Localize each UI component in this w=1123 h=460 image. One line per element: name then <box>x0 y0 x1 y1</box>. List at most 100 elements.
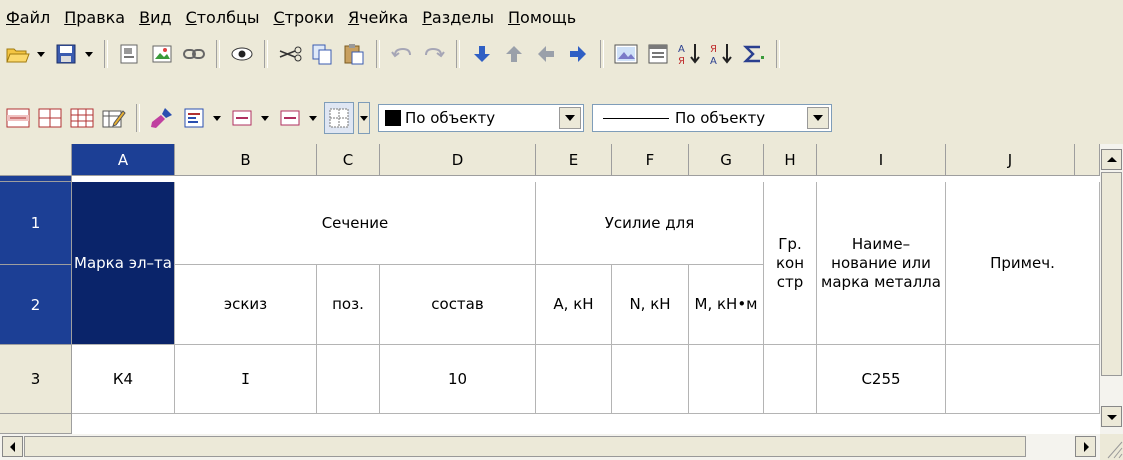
horizontal-scroll-thumb[interactable] <box>24 436 1026 457</box>
toolbar-separator <box>776 40 780 68</box>
save-icon[interactable] <box>52 39 80 69</box>
cell-force-header[interactable]: Усилие для <box>536 182 764 265</box>
cell-section-header[interactable]: Сечение <box>175 182 536 265</box>
arrow-up-icon[interactable] <box>500 39 528 69</box>
paste-icon[interactable] <box>340 39 368 69</box>
line-combo-arrow[interactable] <box>807 107 829 129</box>
text-align-icon[interactable] <box>180 103 208 133</box>
menu-edit[interactable]: Правка <box>64 8 125 27</box>
row-header-3[interactable]: 3 <box>0 345 72 414</box>
scroll-up-button[interactable] <box>1101 149 1122 170</box>
edit-table-icon[interactable] <box>100 103 128 133</box>
menu-file[interactable]: Файл <box>6 8 50 27</box>
sort-descending-icon[interactable]: ЯА <box>708 39 736 69</box>
cell-c3[interactable] <box>317 345 380 414</box>
line-combo[interactable]: По объекту <box>592 104 832 132</box>
undo-icon[interactable] <box>388 39 416 69</box>
toolbar-separator <box>136 104 140 132</box>
scroll-left-button[interactable] <box>2 436 23 457</box>
column-header-d[interactable]: D <box>380 144 536 176</box>
menu-rows[interactable]: Строки <box>273 8 334 27</box>
format-brush-icon[interactable] <box>148 103 176 133</box>
arrow-right-icon[interactable] <box>564 39 592 69</box>
column-header-j[interactable]: J <box>946 144 1075 176</box>
cell-j1-j2[interactable]: Примеч. <box>946 182 1100 345</box>
insert-object-icon[interactable] <box>116 39 144 69</box>
menu-cell[interactable]: Ячейка <box>348 8 408 27</box>
color-combo-arrow[interactable] <box>559 107 581 129</box>
arrow-left-icon[interactable] <box>532 39 560 69</box>
table-grid-icon[interactable] <box>68 103 96 133</box>
link-icon[interactable] <box>180 39 208 69</box>
cell-g3[interactable] <box>689 345 764 414</box>
column-header-c[interactable]: C <box>317 144 380 176</box>
column-header-i[interactable]: I <box>817 144 946 176</box>
vertical-scrollbar[interactable] <box>1100 144 1123 434</box>
row-header-2[interactable]: 2 <box>0 265 72 345</box>
insert-image-icon[interactable] <box>148 39 176 69</box>
color-combo[interactable]: По объекту <box>378 104 584 132</box>
svg-text:Я: Я <box>678 56 685 66</box>
column-header-e[interactable]: E <box>536 144 612 176</box>
menu-help[interactable]: Помощь <box>508 8 576 27</box>
split-cells-icon[interactable] <box>36 103 64 133</box>
sum-icon[interactable] <box>740 39 768 69</box>
column-header-f[interactable]: F <box>612 144 689 176</box>
horizontal-scrollbar[interactable] <box>0 434 1100 460</box>
cell-f2[interactable]: N, кН <box>612 265 689 345</box>
corner-cell[interactable] <box>0 144 72 176</box>
borders-dropdown[interactable] <box>358 102 370 134</box>
save-dropdown[interactable] <box>84 39 94 69</box>
column-header-h[interactable]: H <box>764 144 817 176</box>
cell-e2[interactable]: А, кН <box>536 265 612 345</box>
view-icon[interactable] <box>228 39 256 69</box>
cell-g2[interactable]: М, кН•м <box>689 265 764 345</box>
menu-sections[interactable]: Разделы <box>422 8 494 27</box>
cell-d2[interactable]: состав <box>380 265 536 345</box>
border-color-icon[interactable] <box>276 103 304 133</box>
border-style-icon[interactable] <box>228 103 256 133</box>
image-icon[interactable] <box>612 39 640 69</box>
row-header-1[interactable]: 1 <box>0 182 72 265</box>
column-header-g[interactable]: G <box>689 144 764 176</box>
cell-j3[interactable] <box>946 345 1100 414</box>
cell-d3[interactable]: 10 <box>380 345 536 414</box>
column-header-a[interactable]: A <box>72 144 175 176</box>
cell-a3[interactable]: К4 <box>72 345 175 414</box>
color-combo-value: По объекту <box>405 109 496 127</box>
borders-icon[interactable] <box>324 102 354 134</box>
line-sample <box>603 117 669 119</box>
cell-b2[interactable]: эскиз <box>175 265 317 345</box>
open-dropdown[interactable] <box>36 39 46 69</box>
cell-b3[interactable]: I <box>175 345 317 414</box>
cell-h1-h2[interactable]: Гр. кон стр <box>764 182 817 345</box>
properties-icon[interactable] <box>644 39 672 69</box>
toolbar-separator <box>264 40 268 68</box>
cut-icon[interactable] <box>276 39 304 69</box>
redo-icon[interactable] <box>420 39 448 69</box>
copy-icon[interactable] <box>308 39 336 69</box>
cell-c2[interactable]: поз. <box>317 265 380 345</box>
arrow-down-icon[interactable] <box>468 39 496 69</box>
scroll-right-button[interactable] <box>1075 436 1096 457</box>
border-color-dropdown[interactable] <box>308 103 318 133</box>
toolbar-separator <box>104 40 108 68</box>
cell-f3[interactable] <box>612 345 689 414</box>
column-header-b[interactable]: B <box>175 144 317 176</box>
menu-view[interactable]: Вид <box>139 8 171 27</box>
cell-i3[interactable]: С255 <box>817 345 946 414</box>
cell-h3[interactable] <box>764 345 817 414</box>
text-align-dropdown[interactable] <box>212 103 222 133</box>
cell-i1-i2[interactable]: Наиме– нование или марка металла <box>817 182 946 345</box>
menu-columns[interactable]: Столбцы <box>186 8 260 27</box>
scroll-down-button[interactable] <box>1101 406 1122 427</box>
open-folder-icon[interactable] <box>4 39 32 69</box>
resize-grip-icon[interactable] <box>1100 434 1123 460</box>
vertical-scroll-thumb[interactable] <box>1101 172 1122 376</box>
cell-e3[interactable] <box>536 345 612 414</box>
merge-cells-icon[interactable] <box>4 103 32 133</box>
sort-ascending-icon[interactable]: АЯ <box>676 39 704 69</box>
spreadsheet: A B C D E F G H I J 1 2 3 Марка эл–та Се… <box>0 144 1123 460</box>
border-style-dropdown[interactable] <box>260 103 270 133</box>
cell-a1-a2[interactable]: Марка эл–та <box>72 182 175 345</box>
